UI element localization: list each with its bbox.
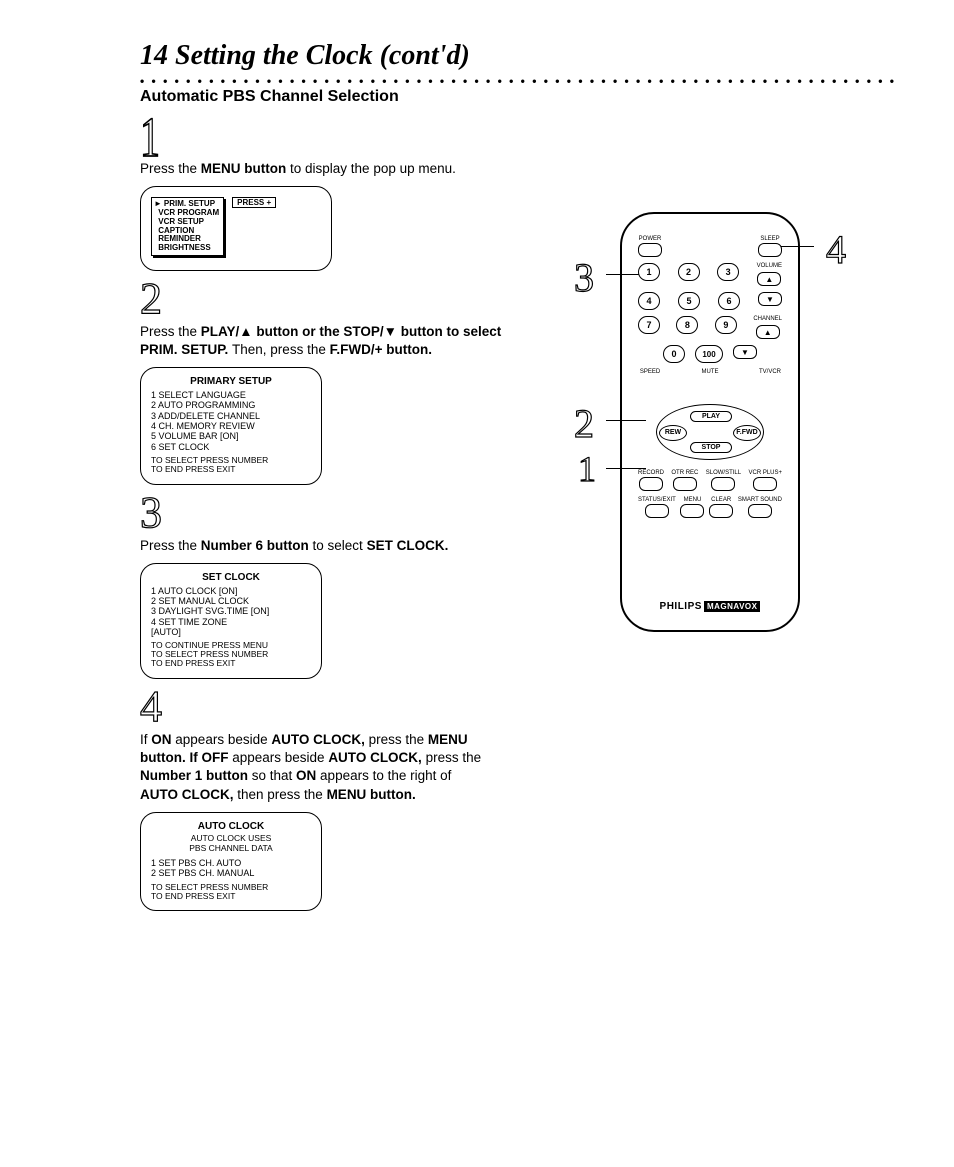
rew-button[interactable]: REW <box>659 425 687 441</box>
record-button[interactable] <box>639 477 663 491</box>
stop-button[interactable]: STOP <box>690 442 732 453</box>
clear-button[interactable] <box>709 504 733 518</box>
vcrplus-button[interactable] <box>753 477 777 491</box>
power-button[interactable] <box>638 243 662 257</box>
step-3-text: Press the Number 6 button to select SET … <box>140 537 580 555</box>
digit-2[interactable]: 2 <box>678 263 700 281</box>
speed-button[interactable] <box>638 376 662 398</box>
menu-list: ►PRIM. SETUP VCR PROGRAM VCR SETUP CAPTI… <box>151 197 224 256</box>
callout-4: 4 <box>826 226 846 273</box>
digit-4[interactable]: 4 <box>638 292 660 310</box>
digit-5[interactable]: 5 <box>678 292 700 310</box>
press-plus-box: PRESS + <box>232 197 276 208</box>
digit-7[interactable]: 7 <box>638 316 660 334</box>
smart-button[interactable] <box>748 504 772 518</box>
callout-3: 3 <box>574 254 594 301</box>
digit-0[interactable]: 0 <box>663 345 685 363</box>
page-title: 14 Setting the Clock (cont'd) <box>140 40 894 72</box>
callout-1: 1 <box>578 448 596 490</box>
remote-brand: PHILIPSMAGNAVOX <box>622 601 798 612</box>
remote-column: 3 4 2 1 POWER SLEEP 1 2 <box>610 112 894 915</box>
ffwd-button[interactable]: F.FWD <box>733 425 761 441</box>
step-number-2: 2 <box>140 277 580 321</box>
play-button[interactable]: PLAY <box>690 411 732 422</box>
step-number-4: 4 <box>140 685 580 729</box>
transport-pad: PLAY STOP REW F.FWD <box>656 404 764 460</box>
tvvcr-button[interactable] <box>758 376 782 398</box>
section-subtitle: Automatic PBS Channel Selection <box>140 88 894 106</box>
menu-button[interactable] <box>680 504 704 518</box>
channel-down[interactable]: ▼ <box>733 345 757 359</box>
screen-set-clock: SET CLOCK 1 AUTO CLOCK [ON] 2 SET MANUAL… <box>140 563 322 679</box>
digit-6[interactable]: 6 <box>718 292 740 310</box>
remote-control: POWER SLEEP 1 2 3 VOLUME ▲ 4 <box>620 212 800 632</box>
sleep-button[interactable] <box>758 243 782 257</box>
manual-page: 14 Setting the Clock (cont'd) • • • • • … <box>0 0 954 955</box>
channel-up[interactable]: ▲ <box>756 325 780 339</box>
slow-button[interactable] <box>711 477 735 491</box>
step-2-text: Press the PLAY/▲ button or the STOP/▼ bu… <box>140 323 580 359</box>
instruction-column: 1 Press the MENU button to display the p… <box>140 112 580 915</box>
status-button[interactable] <box>645 504 669 518</box>
screen-primary-setup: PRIMARY SETUP 1 SELECT LANGUAGE 2 AUTO P… <box>140 367 322 484</box>
digit-3[interactable]: 3 <box>717 263 739 281</box>
step-number-1: 1 <box>140 110 158 166</box>
screen-auto-clock: AUTO CLOCK AUTO CLOCK USES PBS CHANNEL D… <box>140 812 322 912</box>
digit-8[interactable]: 8 <box>676 316 698 334</box>
mute-button[interactable] <box>698 376 722 398</box>
dotted-rule: • • • • • • • • • • • • • • • • • • • • … <box>140 74 894 84</box>
step-1-text: Press the MENU button to display the pop… <box>140 160 580 178</box>
otr-button[interactable] <box>673 477 697 491</box>
step-4-text: If ON appears beside AUTO CLOCK, press t… <box>140 731 580 804</box>
digit-100[interactable]: 100 <box>695 345 723 363</box>
step-number-3: 3 <box>140 491 580 535</box>
volume-down[interactable]: ▼ <box>758 292 782 306</box>
callout-2: 2 <box>574 400 594 447</box>
volume-up[interactable]: ▲ <box>757 272 781 286</box>
digit-1[interactable]: 1 <box>638 263 660 281</box>
screen-popup-menu: ►PRIM. SETUP VCR PROGRAM VCR SETUP CAPTI… <box>140 186 332 271</box>
digit-9[interactable]: 9 <box>715 316 737 334</box>
